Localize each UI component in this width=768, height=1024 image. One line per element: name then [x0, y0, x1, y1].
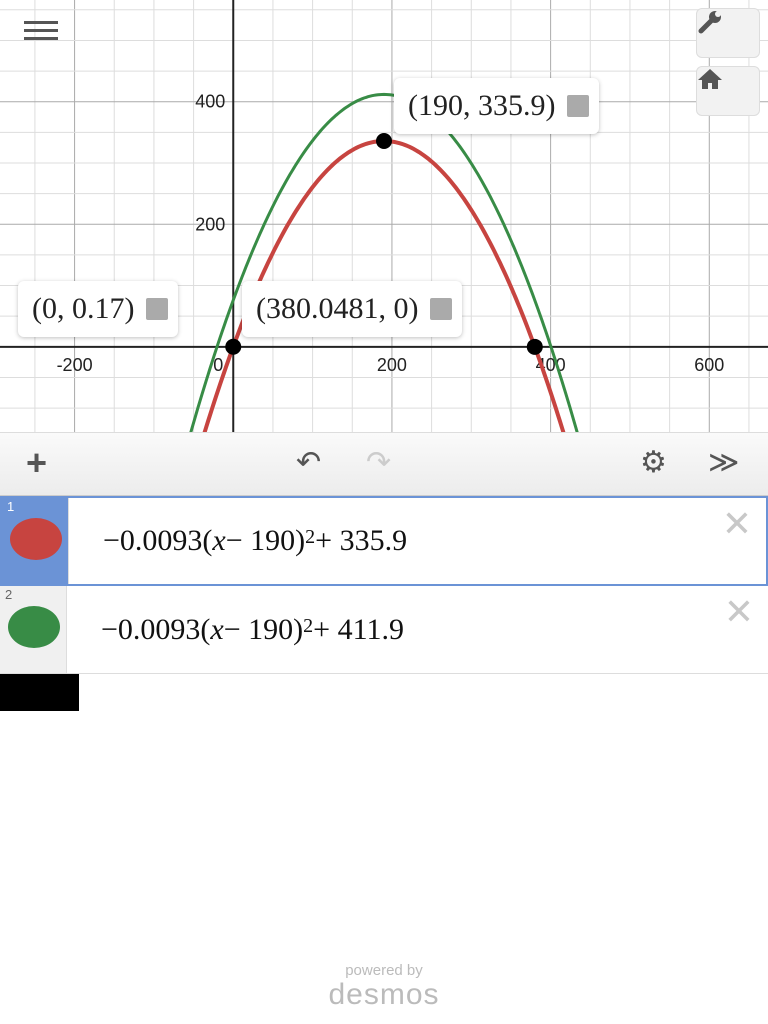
settings-gear-button[interactable]: ⚙ — [640, 445, 667, 481]
expression-input[interactable]: −0.0093(x − 190) 2 + 335.9 — [69, 498, 407, 584]
x-tick-label: -200 — [57, 355, 93, 375]
delete-expression-icon[interactable]: ✕ — [724, 592, 754, 632]
y-tick-label: 400 — [195, 92, 225, 112]
point-marker — [225, 338, 242, 355]
point-label-vertex[interactable]: (190, 335.9) — [394, 78, 600, 134]
point-label-y-intercept[interactable]: (0, 0.17) — [18, 281, 179, 337]
delete-expression-icon[interactable]: ✕ — [722, 504, 752, 544]
curve-color-icon[interactable] — [8, 606, 60, 648]
x-tick-label: 600 — [694, 355, 724, 375]
redacted-block — [0, 674, 79, 711]
edit-label-icon[interactable] — [430, 298, 453, 320]
empty-expression-area[interactable] — [0, 711, 768, 962]
redo-button[interactable]: ↷ — [366, 445, 391, 481]
settings-wrench-button[interactable] — [696, 8, 760, 58]
edit-label-icon[interactable] — [567, 95, 590, 117]
home-icon — [698, 69, 722, 89]
desmos-branding: powered by desmos — [328, 962, 440, 1011]
curve-color-icon[interactable] — [10, 518, 62, 560]
expression-number: 2 — [5, 587, 13, 602]
point-marker — [526, 338, 543, 355]
edit-label-icon[interactable] — [146, 298, 169, 320]
y-tick-label: 200 — [195, 214, 225, 234]
point-marker — [376, 132, 392, 149]
undo-button[interactable]: ↶ — [296, 445, 321, 481]
wrench-icon — [698, 11, 721, 34]
expression-toolbar: + ↶ ↷ ⚙ ≫ — [0, 432, 768, 496]
x-tick-label: 200 — [377, 355, 407, 375]
expression-input[interactable]: −0.0093(x − 190) 2 + 411.9 — [67, 586, 404, 673]
point-label-x-intercept[interactable]: (380.0481, 0) — [242, 281, 463, 337]
menu-button[interactable] — [24, 18, 58, 46]
expression-row-2[interactable]: 2 −0.0093(x − 190) 2 + 411.9 ✕ — [0, 586, 768, 674]
expression-number: 1 — [7, 499, 15, 514]
add-expression-button[interactable]: + — [26, 445, 47, 481]
expression-row-1[interactable]: 1 −0.0093(x − 190) 2 + 335.9 ✕ — [0, 496, 768, 586]
graph-plot[interactable]: -200 0 200 400 600200400 — [0, 0, 768, 432]
home-button[interactable] — [696, 66, 760, 116]
graph-canvas[interactable]: -200 0 200 400 600 200 400 (190, 335.9) (0, 0.… — [0, 0, 768, 432]
collapse-list-button[interactable]: ≫ — [708, 445, 739, 481]
